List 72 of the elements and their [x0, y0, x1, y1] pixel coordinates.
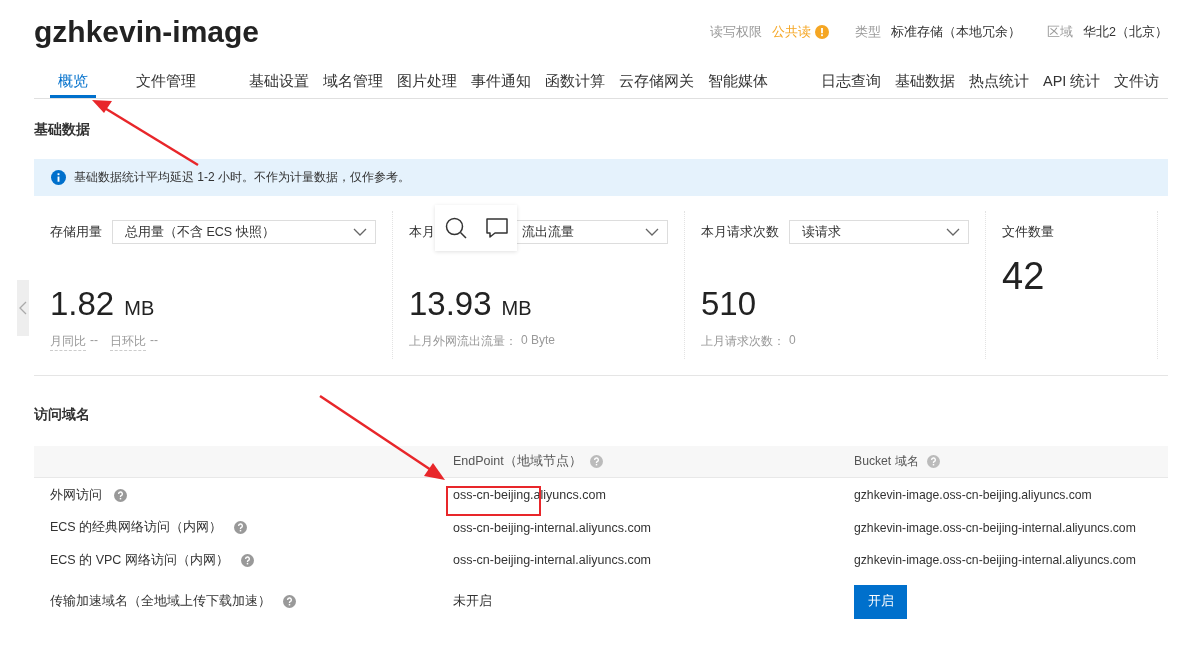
comparison-value: 0 — [789, 333, 796, 349]
section-title: 访问域名 — [34, 406, 90, 424]
stat-label: 存储用量 — [50, 223, 102, 241]
stat-unit: MB — [124, 297, 155, 320]
nav-tab[interactable]: 域名管理 — [323, 64, 383, 98]
chevron-down-icon — [645, 228, 659, 236]
nav-tab[interactable]: 文件访 — [1114, 64, 1160, 98]
comparison-label: 日环比 — [110, 333, 146, 351]
meta-value: 华北2（北京） — [1083, 23, 1168, 41]
meta-label: 类型 — [855, 23, 882, 41]
bucket-domain: gzhkevin-image.oss-cn-beijing.aliyuncs.com — [854, 488, 1092, 503]
bucket-title: gzhkevin-image — [34, 15, 261, 49]
bucket-domain: gzhkevin-image.oss-cn-beijing-internal.aliyuncs.com — [854, 553, 1136, 568]
stat-value: 42 — [1002, 255, 1045, 298]
stat-value: 1.82 — [50, 285, 115, 323]
nav-tab[interactable]: API 统计 — [1043, 64, 1101, 98]
nav-tab[interactable]: 基础数据 — [895, 64, 955, 98]
bucket-domain: gzhkevin-image.oss-cn-beijing-internal.aliyuncs.com — [854, 520, 1136, 535]
stat-label: 本月请求次数 — [701, 223, 779, 241]
help-icon[interactable] — [114, 488, 127, 502]
stat-unit: MB — [501, 297, 532, 320]
comparison-value: -- — [90, 333, 98, 349]
help-icon[interactable] — [926, 455, 940, 468]
stat-value: 13.93 — [409, 285, 492, 323]
collapse-handle[interactable] — [17, 280, 29, 336]
help-icon[interactable] — [589, 455, 603, 468]
nav-tab[interactable]: 概览 — [50, 64, 96, 98]
endpoint-domain: oss-cn-beijing-internal.aliyuncs.com — [453, 520, 651, 535]
access-type: 外网访问 — [50, 486, 102, 504]
comparison-value: 0 Byte — [521, 333, 556, 349]
stat-label: 本月 — [409, 223, 435, 241]
meta-label: 区域 — [1047, 23, 1074, 41]
endpoint-domain: oss-cn-beijing-internal.aliyuncs.com — [453, 553, 651, 568]
comparison-label: 上月外网流出流量： — [409, 333, 517, 350]
access-type: 传输加速域名（全地域上传下载加速） — [50, 593, 271, 610]
nav-tab[interactable]: 热点统计 — [969, 64, 1029, 98]
access-type: ECS 的经典网络访问（内网） — [50, 519, 223, 537]
notice-text: 基础数据统计平均延迟 1-2 小时。不作为计量数据，仅作参考。 — [74, 169, 410, 186]
nav-tab[interactable]: 云存储网关 — [619, 64, 694, 98]
metric-dropdown[interactable]: 总用量（不含 ECS 快照） — [112, 220, 376, 244]
column-header: EndPoint（地域节点） — [453, 453, 582, 470]
nav-tab[interactable]: 事件通知 — [471, 64, 531, 98]
search-icon[interactable] — [443, 216, 468, 240]
access-type: ECS 的 VPC 网络访问（内网） — [50, 551, 229, 569]
comparison-label: 月同比 — [50, 333, 86, 351]
endpoint-domain: 未开启 — [453, 593, 492, 610]
meta-label: 读写权限 — [710, 23, 763, 41]
comparison-label: 上月请求次数： — [701, 333, 785, 350]
chevron-left-icon — [19, 301, 27, 315]
enable-button[interactable]: 开启 — [854, 584, 907, 619]
meta-value: 公共读 — [772, 23, 812, 41]
info-icon — [51, 170, 66, 185]
warning-icon — [815, 25, 830, 39]
column-header: Bucket 域名 — [854, 453, 919, 470]
comparison-value: -- — [150, 333, 158, 349]
help-icon[interactable] — [240, 553, 254, 567]
nav-tab[interactable]: 文件管理 — [136, 64, 196, 98]
nav-tab[interactable]: 函数计算 — [545, 64, 605, 98]
chevron-down-icon — [353, 228, 367, 236]
stat-value: 510 — [701, 285, 757, 323]
nav-tab[interactable]: 日志查询 — [821, 64, 881, 98]
help-icon[interactable] — [283, 595, 296, 608]
nav-tab[interactable]: 基础设置 — [249, 64, 309, 98]
metric-dropdown[interactable]: 读请求 — [789, 220, 969, 244]
meta-value: 标准存储（本地冗余） — [891, 23, 1022, 41]
comment-icon[interactable] — [484, 216, 509, 240]
chevron-down-icon — [946, 228, 960, 236]
help-icon[interactable] — [234, 521, 248, 535]
stat-label: 文件数量 — [1002, 223, 1054, 241]
section-title: 基础数据 — [34, 121, 90, 139]
nav-tab[interactable]: 智能媒体 — [708, 64, 768, 98]
nav-tab[interactable]: 图片处理 — [397, 64, 457, 98]
